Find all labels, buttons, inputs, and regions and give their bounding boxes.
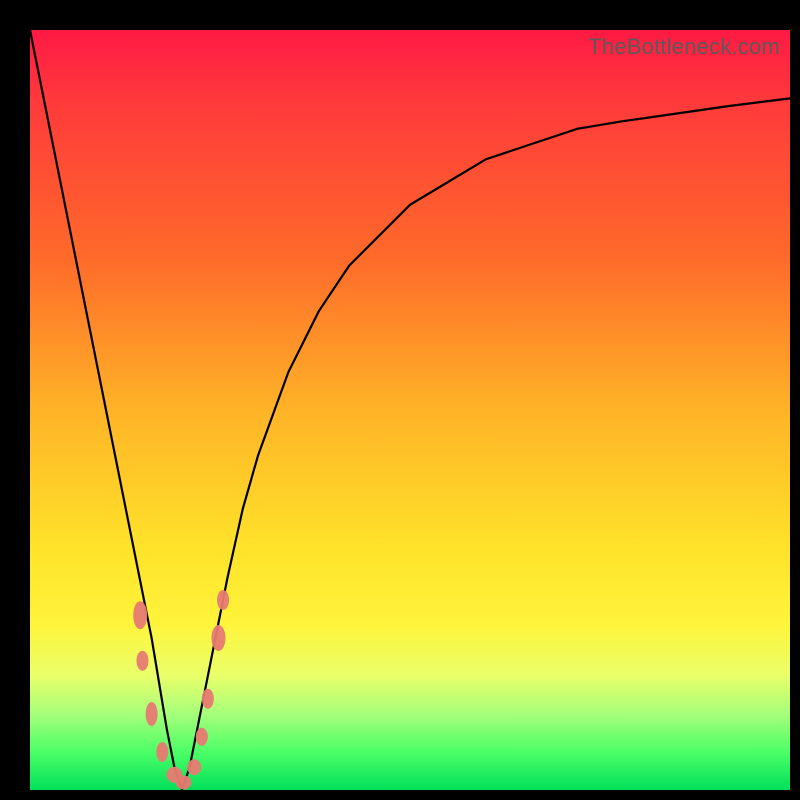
data-marker xyxy=(202,689,214,709)
data-marker xyxy=(146,702,158,726)
data-marker xyxy=(211,625,225,651)
data-marker xyxy=(176,775,192,789)
data-marker xyxy=(217,590,229,610)
curve-svg xyxy=(30,30,790,790)
data-marker xyxy=(136,651,148,671)
data-marker xyxy=(187,759,201,775)
data-marker xyxy=(133,601,147,629)
plot-area: TheBottleneck.com xyxy=(30,30,790,790)
data-marker xyxy=(156,742,168,762)
bottleneck-curve xyxy=(30,30,790,790)
data-marker xyxy=(196,728,208,746)
chart-frame: TheBottleneck.com xyxy=(0,0,800,800)
